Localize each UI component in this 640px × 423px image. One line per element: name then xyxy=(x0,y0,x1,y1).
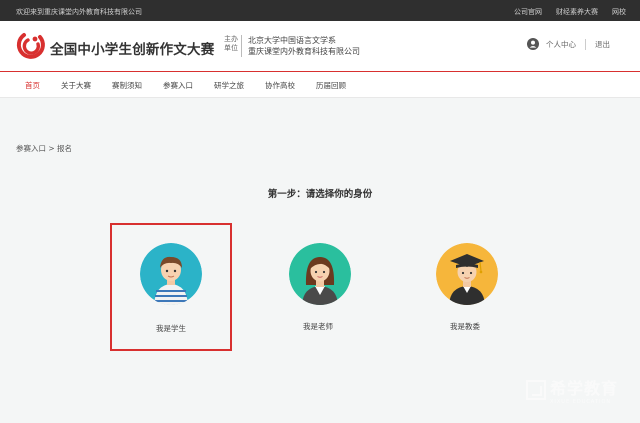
host-org-ketang: 重庆课堂内外教育科技有限公司 xyxy=(248,47,360,56)
student-avatar xyxy=(140,243,202,305)
role-commission-label: 我是教委 xyxy=(450,322,480,331)
user-icon xyxy=(527,38,539,50)
main-nav: 首页 关于大赛 赛制须知 参赛入口 研学之旅 协作高校 历届回顾 xyxy=(0,71,640,98)
watermark-en: XIXUE EDUCATION xyxy=(549,399,612,405)
role-commission-card[interactable]: 我是教委 xyxy=(404,225,526,353)
site-header: 全国中小学生创新作文大赛 主办单位 北京大学中国语言文学系 重庆课堂内外教育科技… xyxy=(0,21,640,71)
logout-link[interactable]: 退出 xyxy=(595,39,610,50)
graduate-icon xyxy=(436,243,498,305)
watermark-icon xyxy=(525,380,546,400)
user-center-link[interactable]: 个人中心 xyxy=(546,39,576,50)
role-teacher-card[interactable]: 我是老师 xyxy=(257,225,379,353)
teacher-avatar xyxy=(289,243,351,305)
nav-history[interactable]: 历届回顾 xyxy=(316,80,346,91)
nav-home[interactable]: 首页 xyxy=(25,80,40,91)
commission-avatar xyxy=(436,243,498,305)
user-separator xyxy=(585,38,586,50)
step-title: 第一步：请选择你的身份 xyxy=(267,189,373,200)
online-school-link[interactable]: 网校 xyxy=(612,7,626,17)
watermark-logo: 希学教育 XIXUE EDUCATION xyxy=(525,375,618,405)
breadcrumb: 参赛入口 > 报名 xyxy=(16,144,73,153)
nav-partner-universities[interactable]: 协作高校 xyxy=(265,80,295,91)
teacher-icon xyxy=(289,243,351,305)
student-icon xyxy=(140,243,202,305)
role-student-card[interactable]: 我是学生 xyxy=(110,223,232,351)
company-site-link[interactable]: 公司官网 xyxy=(514,7,542,17)
nav-entry[interactable]: 参赛入口 xyxy=(163,80,193,91)
user-area: 个人中心 退出 xyxy=(527,38,610,50)
site-title: 全国中小学生创新作文大赛 xyxy=(50,42,215,58)
host-org-pku: 北京大学中国语言文学系 xyxy=(248,36,336,45)
watermark-cn: 希学教育 xyxy=(549,379,618,398)
role-teacher-label: 我是老师 xyxy=(303,322,333,331)
host-divider xyxy=(241,35,242,57)
host-label: 主办单位 xyxy=(224,35,238,52)
top-links: 公司官网 财经素养大赛 网校 xyxy=(514,7,626,17)
top-bar: 欢迎来到重庆课堂内外教育科技有限公司 公司官网 财经素养大赛 网校 xyxy=(0,0,640,21)
nav-study-tour[interactable]: 研学之旅 xyxy=(214,80,244,91)
site-logo-icon[interactable] xyxy=(16,31,46,61)
nav-about[interactable]: 关于大赛 xyxy=(61,80,91,91)
role-student-label: 我是学生 xyxy=(156,324,186,333)
nav-rules[interactable]: 赛制须知 xyxy=(112,80,142,91)
finance-contest-link[interactable]: 财经素养大赛 xyxy=(556,7,598,17)
host-organizations: 北京大学中国语言文学系 重庆课堂内外教育科技有限公司 xyxy=(248,35,360,57)
welcome-text: 欢迎来到重庆课堂内外教育科技有限公司 xyxy=(16,8,142,16)
